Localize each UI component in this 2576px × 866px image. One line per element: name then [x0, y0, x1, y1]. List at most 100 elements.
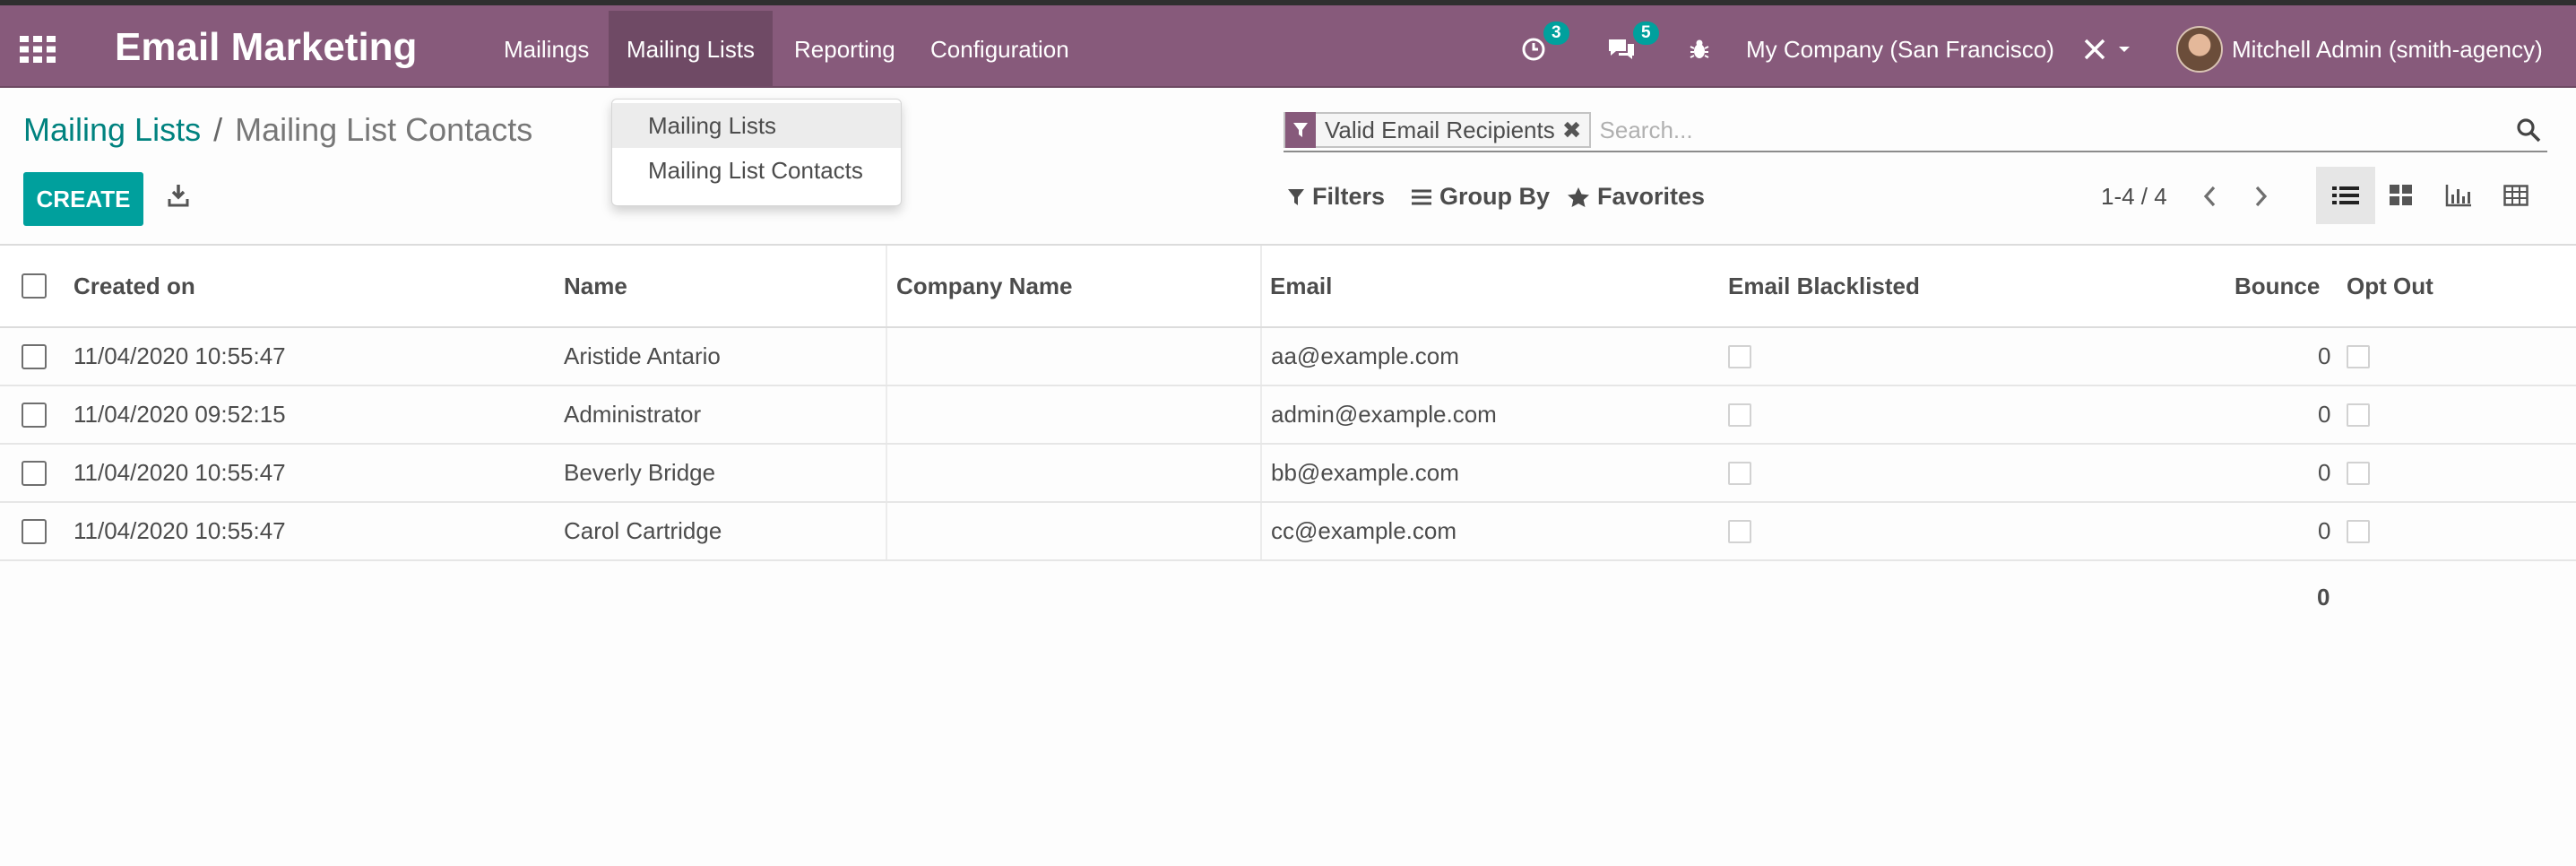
company-switcher[interactable]: My Company (San Francisco) — [1746, 11, 2054, 88]
graph-view-button[interactable] — [2429, 167, 2488, 224]
messages-badge: 5 — [1633, 22, 1659, 45]
settings-dropdown[interactable] — [2081, 11, 2131, 88]
column-separator — [1260, 246, 1262, 326]
cell-email: bb@example.com — [1271, 459, 1459, 486]
kanban-view-button[interactable] — [2372, 167, 2431, 224]
user-menu[interactable]: Mitchell Admin (smith-agency) — [2176, 11, 2543, 88]
opt-out-checkbox — [2347, 503, 2370, 559]
table-row[interactable]: 11/04/2020 10:55:47 Aristide Antario aa@… — [0, 328, 2576, 386]
cell-email: aa@example.com — [1271, 342, 1459, 369]
column-header-opt-out[interactable]: Opt Out — [2347, 246, 2433, 326]
cell-email: cc@example.com — [1271, 517, 1457, 544]
column-separator — [886, 445, 887, 501]
row-checkbox[interactable] — [22, 386, 47, 443]
list-view-button[interactable] — [2316, 167, 2375, 224]
chevron-left-icon[interactable] — [2200, 185, 2221, 208]
clock-icon — [1522, 38, 1545, 61]
facet-remove-icon[interactable]: ✖ — [1562, 117, 1589, 144]
cell-bounce: 0 — [2318, 459, 2331, 486]
breadcrumb-separator: / — [213, 111, 223, 148]
facet-label: Valid Email Recipients — [1325, 116, 1555, 143]
cell-created-on: 11/04/2020 09:52:15 — [73, 401, 286, 428]
cell-bounce: 0 — [2318, 342, 2331, 369]
create-button[interactable]: CREATE — [23, 172, 143, 226]
menu-configuration[interactable]: Configuration — [912, 11, 1087, 88]
cell-name: Beverly Bridge — [564, 459, 716, 486]
user-name: Mitchell Admin (smith-agency) — [2232, 35, 2543, 63]
filter-icon — [1285, 112, 1316, 148]
group-by-button[interactable]: Group By — [1411, 183, 1550, 211]
column-header-email-blacklisted[interactable]: Email Blacklisted — [1728, 246, 1920, 326]
bug-icon — [1690, 39, 1709, 58]
pivot-view-button[interactable] — [2486, 167, 2546, 224]
cell-email: admin@example.com — [1271, 401, 1497, 428]
apps-grid-icon[interactable] — [20, 36, 56, 63]
breadcrumb: Mailing Lists / Mailing List Contacts — [23, 111, 532, 149]
select-all-checkbox[interactable] — [22, 246, 47, 326]
group-by-label: Group By — [1439, 183, 1551, 210]
column-header-company-name[interactable]: Company Name — [896, 246, 1073, 326]
search-facet: Valid Email Recipients ✖ — [1284, 112, 1591, 148]
mailing-lists-dropdown: Mailing Lists Mailing List Contacts — [611, 99, 902, 206]
bars-icon — [1412, 189, 1431, 204]
blacklisted-checkbox — [1728, 386, 1751, 443]
column-header-bounce[interactable]: Bounce — [2235, 246, 2320, 326]
column-header-name[interactable]: Name — [564, 246, 627, 326]
filters-button[interactable]: Filters — [1287, 183, 1385, 211]
row-checkbox[interactable] — [22, 445, 47, 501]
table-row[interactable]: 11/04/2020 10:55:47 Beverly Bridge bb@ex… — [0, 445, 2576, 503]
filter-icon — [1288, 188, 1304, 205]
menu-reporting[interactable]: Reporting — [776, 11, 913, 88]
avatar — [2176, 26, 2223, 73]
cell-created-on: 11/04/2020 10:55:47 — [73, 517, 286, 544]
menu-mailings[interactable]: Mailings — [486, 11, 607, 88]
table-header: Created on Name Company Name Email Email… — [0, 244, 2576, 328]
opt-out-checkbox — [2347, 445, 2370, 501]
cell-name: Carol Cartridge — [564, 517, 722, 544]
download-icon[interactable] — [167, 183, 190, 208]
menu-mailing-lists[interactable]: Mailing Lists — [609, 11, 774, 88]
debug-button[interactable] — [1689, 11, 1710, 88]
top-navbar: Email Marketing Mailings Mailing Lists R… — [0, 0, 2576, 88]
breadcrumb-current: Mailing List Contacts — [235, 111, 533, 148]
grid-icon — [2390, 185, 2412, 205]
search-input[interactable] — [1590, 116, 2515, 144]
filters-label: Filters — [1312, 183, 1386, 210]
table-footer: 0 — [0, 561, 2576, 633]
table-row[interactable]: 11/04/2020 10:55:47 Carol Cartridge cc@e… — [0, 503, 2576, 561]
column-separator — [886, 246, 887, 326]
pager-value[interactable]: 1-4 / 4 — [2101, 183, 2167, 211]
contacts-list-table: Created on Name Company Name Email Email… — [0, 244, 2576, 633]
column-separator — [886, 386, 887, 443]
search-icon[interactable] — [2515, 117, 2542, 143]
cell-created-on: 11/04/2020 10:55:47 — [73, 459, 286, 486]
activities-button[interactable] — [1520, 11, 1547, 88]
column-header-email[interactable]: Email — [1270, 246, 1332, 326]
column-separator — [1260, 328, 1262, 385]
blacklisted-checkbox — [1728, 445, 1751, 501]
breadcrumb-parent[interactable]: Mailing Lists — [23, 111, 201, 149]
favorites-button[interactable]: Favorites — [1567, 183, 1705, 211]
column-separator — [886, 328, 887, 385]
table-row[interactable]: 11/04/2020 09:52:15 Administrator admin@… — [0, 386, 2576, 445]
column-separator — [1260, 386, 1262, 443]
caret-down-icon — [2119, 47, 2130, 52]
row-checkbox[interactable] — [22, 503, 47, 559]
chevron-right-icon[interactable] — [2250, 185, 2271, 208]
bar-chart-icon — [2445, 185, 2471, 207]
column-header-created-on[interactable]: Created on — [73, 246, 195, 326]
app-title[interactable]: Email Marketing — [115, 25, 417, 70]
dropdown-item-mailing-lists[interactable]: Mailing Lists — [612, 103, 901, 148]
column-separator — [886, 503, 887, 559]
dropdown-item-mailing-list-contacts[interactable]: Mailing List Contacts — [612, 148, 901, 193]
column-separator — [1260, 503, 1262, 559]
blacklisted-checkbox — [1728, 503, 1751, 559]
cell-name: Aristide Antario — [564, 342, 721, 369]
messages-button[interactable] — [1606, 11, 1637, 88]
cell-name: Administrator — [564, 401, 702, 428]
favorites-label: Favorites — [1597, 183, 1706, 210]
activities-badge: 3 — [1543, 22, 1569, 45]
star-icon — [1568, 186, 1589, 207]
row-checkbox[interactable] — [22, 328, 47, 385]
blacklisted-checkbox — [1728, 328, 1751, 385]
